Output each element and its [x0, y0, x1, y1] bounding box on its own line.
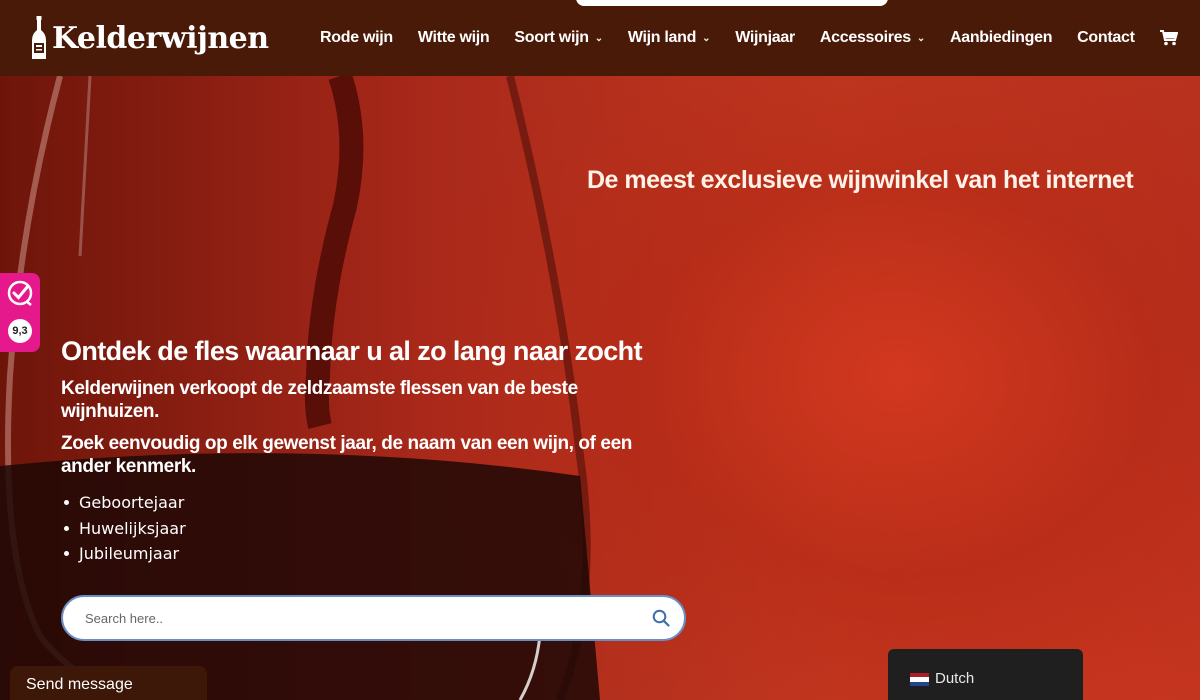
logo-text: Kelderwijnen — [52, 20, 269, 56]
chevron-down-icon: ⌄ — [916, 32, 925, 44]
hero-content: Ontdek de fles waarnaar u al zo lang naa… — [61, 334, 701, 567]
wine-bottle-icon — [32, 16, 46, 59]
list-item: Geboortejaar — [61, 490, 701, 516]
nav-label: Witte wijn — [417, 29, 490, 46]
site-logo[interactable]: Kelderwijnen — [30, 14, 269, 62]
main-nav: Rode wijn Witte wijn Soort wijn ⌄ Wijn la… — [320, 26, 1178, 50]
nav-witte-wijn[interactable]: Witte wijn — [418, 29, 490, 47]
nav-label: Rode wijn — [320, 29, 393, 46]
site-header: Kelderwijnen Rode wijn Witte wijn Soort … — [0, 0, 1200, 76]
cart-icon[interactable] — [1159, 30, 1178, 46]
nav-accessoires[interactable]: Accessoires ⌄ — [820, 29, 925, 47]
nav-label: Aanbiedingen — [949, 29, 1053, 46]
search-icon[interactable] — [652, 609, 670, 627]
review-score: 9,3 — [8, 319, 32, 343]
review-badge[interactable]: 9,3 — [0, 273, 40, 352]
hero-heading: Ontdek de fles waarnaar u al zo lang naa… — [61, 336, 643, 366]
nav-wijnjaar[interactable]: Wijnjaar — [735, 29, 795, 47]
top-search-bar[interactable] — [576, 0, 888, 6]
nav-label: Accessoires — [819, 29, 911, 46]
netherlands-flag-icon — [910, 673, 929, 686]
language-switcher[interactable]: Dutch — [888, 649, 1083, 700]
send-message-button[interactable]: Send message — [10, 666, 207, 700]
nav-soort-wijn[interactable]: Soort wijn ⌄ — [514, 29, 603, 47]
hero-tagline: De meest exclusieve wijnwinkel van het i… — [587, 166, 1134, 194]
nav-label: Wijn land — [627, 29, 697, 46]
search-input[interactable] — [85, 610, 652, 626]
list-item: Huwelijksjaar — [61, 516, 701, 542]
nav-rode-wijn[interactable]: Rode wijn — [320, 29, 393, 47]
nav-label: Wijnjaar — [735, 29, 795, 46]
chevron-down-icon: ⌄ — [702, 32, 711, 44]
checkmark-badge-icon — [7, 280, 33, 306]
hero-paragraph-2: Zoek eenvoudig op elk gewenst jaar, de n… — [61, 433, 632, 477]
hero-banner: De meest exclusieve wijnwinkel van het i… — [0, 76, 1200, 700]
nav-contact[interactable]: Contact — [1077, 29, 1135, 47]
list-item: Jubileumjaar — [61, 541, 701, 567]
nav-label: Contact — [1077, 29, 1135, 46]
nav-aanbiedingen[interactable]: Aanbiedingen — [950, 29, 1052, 47]
hero-paragraph-1: Kelderwijnen verkoopt de zeldzaamste fle… — [61, 378, 578, 422]
chevron-down-icon: ⌄ — [594, 32, 603, 44]
occasion-list: Geboortejaar Huwelijksjaar Jubileumjaar — [61, 490, 701, 567]
language-label: Dutch — [935, 670, 975, 687]
search-bar — [61, 595, 686, 641]
nav-wijn-land[interactable]: Wijn land ⌄ — [627, 29, 711, 47]
nav-label: Soort wijn — [514, 29, 589, 46]
